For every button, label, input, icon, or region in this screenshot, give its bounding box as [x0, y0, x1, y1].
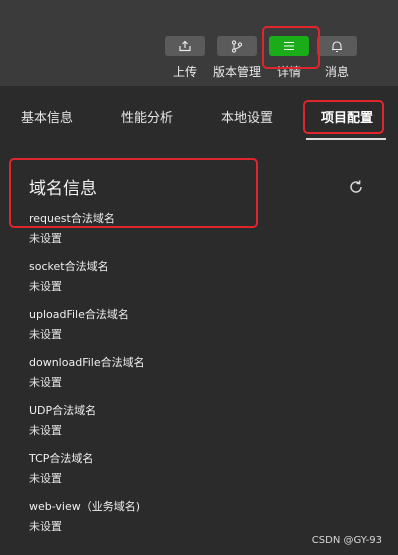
- domain-name: UDP合法域名: [29, 404, 97, 417]
- domain-value: 未设置: [29, 328, 62, 341]
- domain-value: 未设置: [29, 376, 62, 389]
- domain-value: 未设置: [29, 424, 62, 437]
- version-tool[interactable]: 版本管理: [213, 36, 261, 80]
- watermark: CSDN @GY-93: [311, 535, 382, 546]
- domain-info-panel: 域名信息 request合法域名 未设置 socket合法域名 未设置 uplo…: [0, 144, 398, 555]
- details-button[interactable]: [269, 36, 309, 56]
- domain-item-udp: UDP合法域名 未设置: [29, 402, 96, 438]
- domain-item-webview: web-view（业务域名) 未设置: [29, 498, 140, 534]
- tab-basic-info[interactable]: 基本信息: [21, 107, 73, 126]
- top-toolbar: 上传 版本管理 详情 消息: [0, 0, 398, 86]
- messages-label: 消息: [324, 65, 349, 79]
- domain-value: 未设置: [29, 232, 62, 245]
- domain-value: 未设置: [29, 472, 62, 485]
- upload-label: 上传: [172, 65, 197, 79]
- bell-icon: [332, 40, 342, 52]
- domain-name: request合法域名: [29, 212, 115, 225]
- branch-icon: [231, 39, 243, 53]
- messages-button[interactable]: [317, 36, 357, 56]
- version-label: 版本管理: [213, 65, 262, 79]
- tab-performance[interactable]: 性能分析: [121, 107, 173, 126]
- domain-name: socket合法域名: [29, 260, 109, 273]
- active-tab-indicator: [306, 138, 386, 140]
- domain-name: uploadFile合法域名: [29, 308, 129, 321]
- version-button[interactable]: [217, 36, 257, 56]
- domain-value: 未设置: [29, 520, 62, 533]
- domain-name: TCP合法域名: [29, 452, 94, 465]
- tab-project-config[interactable]: 项目配置: [321, 107, 373, 126]
- domain-name: web-view（业务域名): [29, 500, 141, 513]
- domain-name: downloadFile合法域名: [29, 356, 145, 369]
- domain-item-downloadfile: downloadFile合法域名 未设置: [29, 354, 145, 390]
- upload-tool[interactable]: 上传: [165, 36, 205, 80]
- domain-item-request: request合法域名 未设置: [29, 210, 115, 246]
- upload-button[interactable]: [165, 36, 205, 56]
- menu-icon: [284, 41, 294, 51]
- refresh-icon[interactable]: [347, 178, 365, 196]
- messages-tool[interactable]: 消息: [317, 36, 357, 80]
- tab-local-settings[interactable]: 本地设置: [221, 107, 273, 126]
- section-title: 域名信息: [29, 179, 97, 199]
- domain-value: 未设置: [29, 280, 62, 293]
- domain-item-tcp: TCP合法域名 未设置: [29, 450, 93, 486]
- domain-item-socket: socket合法域名 未设置: [29, 258, 109, 294]
- details-label: 详情: [276, 65, 301, 79]
- details-tool[interactable]: 详情: [269, 36, 309, 80]
- domain-item-uploadfile: uploadFile合法域名 未设置: [29, 306, 129, 342]
- upload-icon: [179, 40, 191, 52]
- tab-bar: 基本信息 性能分析 本地设置 项目配置: [0, 86, 398, 144]
